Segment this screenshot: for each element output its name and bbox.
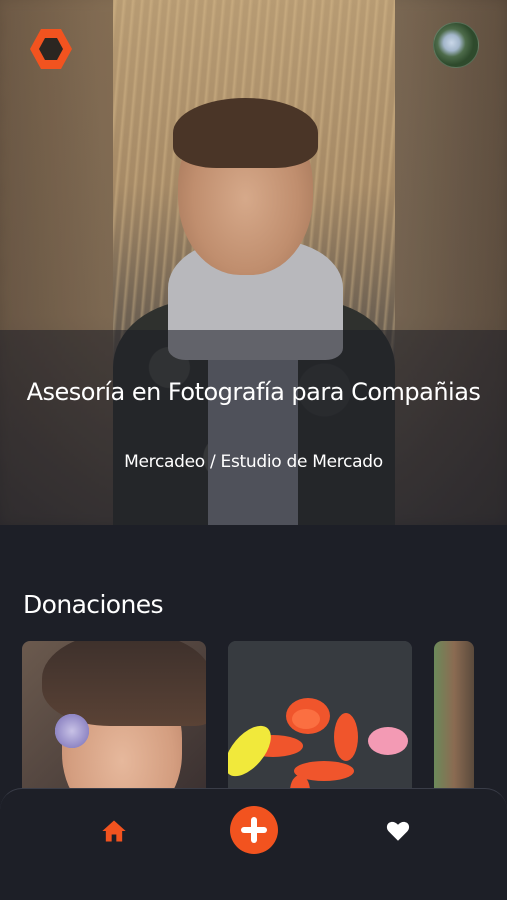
heart-icon (386, 821, 410, 841)
nav-add-button[interactable] (230, 806, 278, 854)
balloon-dog-image (228, 641, 412, 801)
flower-image (52, 711, 92, 751)
donation-card-partial[interactable] (434, 641, 474, 801)
app-screen: Asesoría en Fotografía para Compañias Me… (0, 0, 507, 900)
donation-card[interactable] (228, 641, 412, 801)
nav-home-button[interactable] (98, 815, 130, 847)
hexagon-logo-icon[interactable] (27, 25, 75, 73)
donations-title: Donaciones (23, 590, 164, 619)
donation-card[interactable] (22, 641, 206, 801)
hero-banner[interactable]: Asesoría en Fotografía para Compañias Me… (0, 0, 507, 525)
home-icon (102, 820, 126, 842)
avatar-icon[interactable] (433, 22, 479, 68)
photo-hair (173, 98, 318, 168)
donations-carousel[interactable] (22, 641, 507, 801)
plus-icon (241, 817, 267, 843)
hero-title: Asesoría en Fotografía para Compañias (26, 378, 481, 406)
hero-subtitle: Mercadeo / Estudio de Mercado (124, 452, 383, 472)
hero-overlay (0, 330, 507, 525)
nav-favorites-button[interactable] (382, 815, 414, 847)
bottom-navigation (0, 788, 507, 900)
